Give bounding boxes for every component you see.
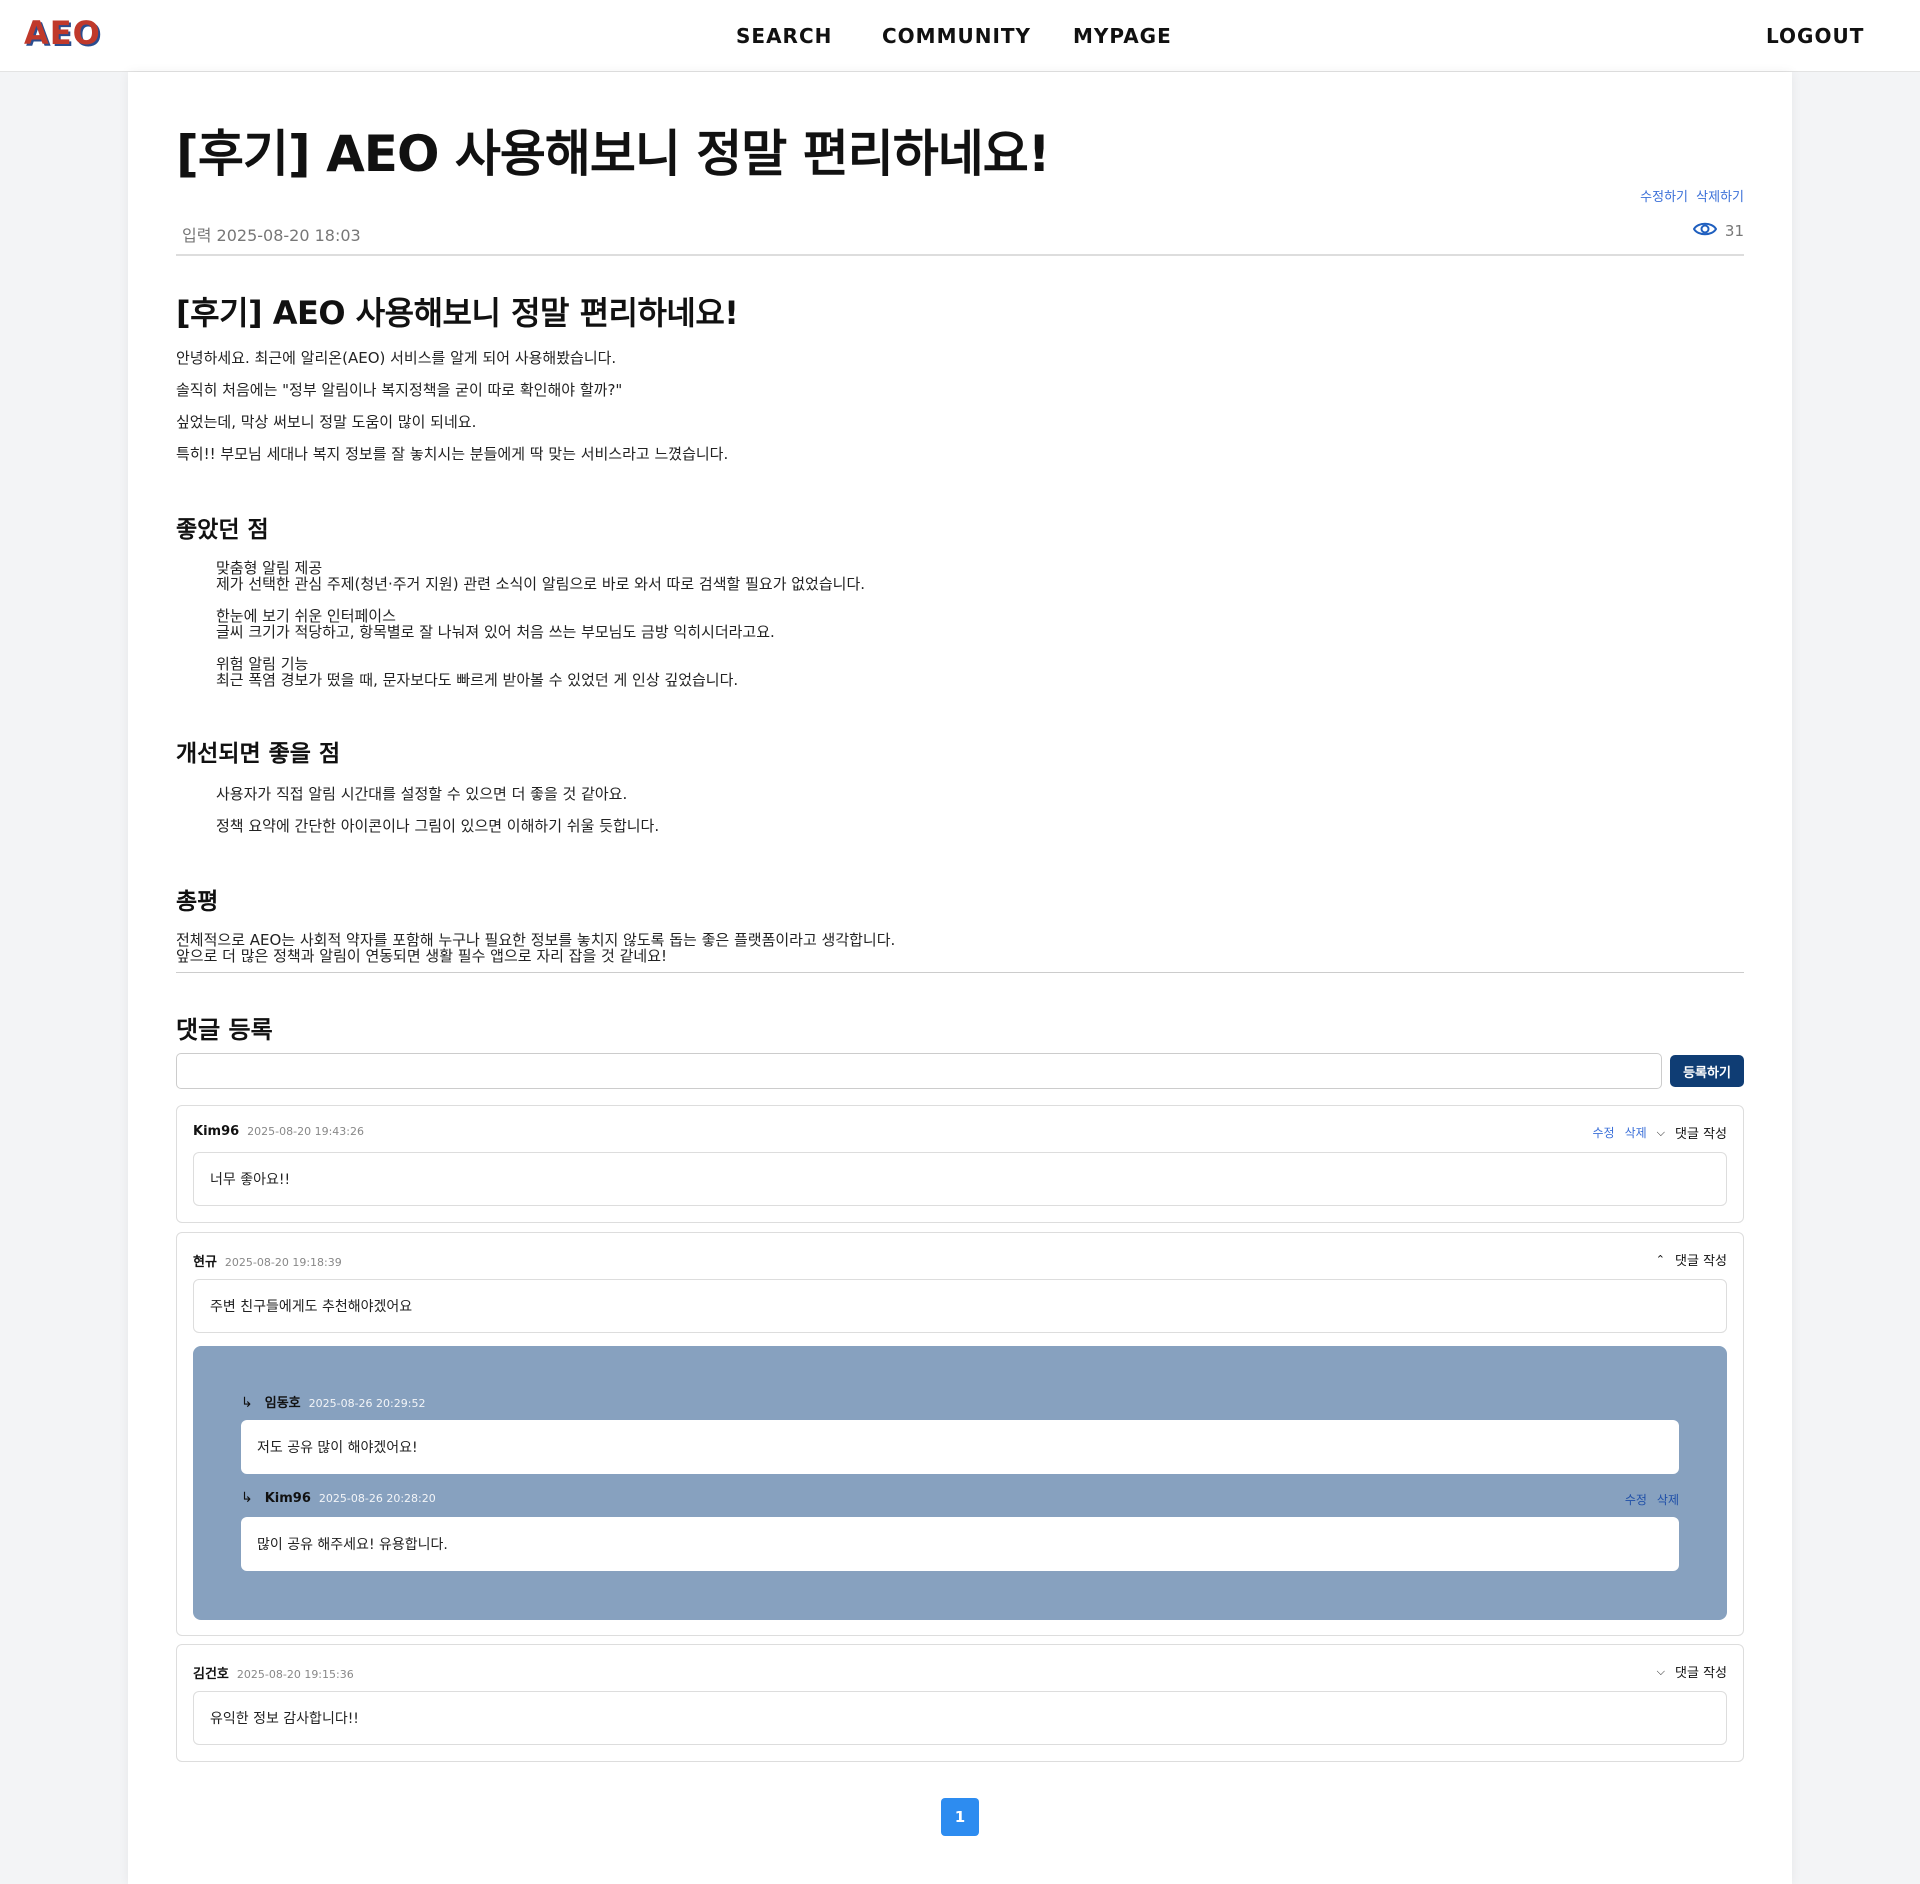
logo[interactable]: AEO [24,14,101,52]
reply-time: 2025-08-26 20:28:20 [318,1492,436,1505]
reply-author: Kim96 [264,1491,311,1506]
intro-line: 안녕하세요. 최근에 알리온(AEO) 서비스를 알게 되어 사용해봤습니다. [176,349,617,367]
comment-actions: 수정 삭제 ⌵ 댓글 작성 [1592,1123,1727,1143]
edit-comment-link[interactable]: 수정 [1592,1124,1614,1141]
improve-heading: 개선되면 좋을 점 [176,741,341,767]
summary-line: 전체적으로 AEO는 사회적 약자를 포함해 누구나 필요한 정보를 놓치지 않… [176,931,896,949]
write-reply-button[interactable]: 댓글 작성 [1675,1250,1727,1269]
intro-line: 솔직히 처음에는 "정부 알림이나 복지정책을 굳이 따로 확인해야 할까?" [176,381,623,399]
view-count: 31 [1692,220,1744,242]
post-date: 입력 2025-08-20 18:03 [182,226,361,245]
delete-comment-link[interactable]: 삭제 [1625,1124,1647,1141]
content-divider [176,972,1744,973]
reply-author: 임동호 [264,1396,301,1411]
comment-actions: ⌃ 댓글 작성 [1656,1250,1727,1269]
top-navbar: AEO SEARCH COMMUNITY MYPAGE LOGOUT [0,0,1920,72]
post-actions: 수정하기 삭제하기 [1636,186,1744,205]
write-reply-button[interactable]: 댓글 작성 [1675,1662,1727,1681]
reply-arrow-icon: ↳ [241,1490,253,1506]
summary-line: 앞으로 더 많은 정책과 알림이 연동되면 생활 필수 앱으로 자리 잡을 것 … [176,947,668,965]
comment-header: 김건호 2025-08-20 19:15:36 [193,1663,354,1682]
comment-time: 2025-08-20 19:43:26 [247,1125,364,1138]
good-heading: 좋았던 점 [176,517,269,543]
comment-body: 너무 좋아요!! [193,1152,1727,1206]
comment-actions: ⌵ 댓글 작성 [1657,1662,1727,1682]
good-item: 맞춤형 알림 제공 제가 선택한 관심 주제(청년·주거 지원) 관련 소식이 … [216,560,1744,592]
content-heading: [후기] AEO 사용해보니 정말 편리하네요! [176,294,739,332]
nav-search[interactable]: SEARCH [736,0,832,72]
comment-time: 2025-08-20 19:18:39 [224,1256,342,1269]
comment-body: 유익한 정보 감사합니다!! [193,1691,1727,1745]
comment-section-title: 댓글 등록 [176,1016,273,1044]
submit-comment-button[interactable]: 등록하기 [1670,1055,1744,1087]
reply-arrow-icon: ↳ [241,1395,253,1411]
post-title: [후기] AEO 사용해보니 정말 편리하네요! [176,125,1050,183]
comment-input[interactable] [176,1053,1662,1089]
good-item-title: 한눈에 보기 쉬운 인터페이스 [216,607,396,625]
chevron-down-icon[interactable]: ⌵ [1657,1665,1665,1679]
delete-reply-link[interactable]: 삭제 [1657,1491,1679,1508]
comment-author: 현규 [193,1255,217,1270]
post-content: [후기] AEO 사용해보니 정말 편리하네요! 안녕하세요. 최근에 알리온(… [176,288,1744,964]
post-container: [후기] AEO 사용해보니 정말 편리하네요! 수정하기 삭제하기 입력 20… [128,72,1792,1884]
chevron-down-icon[interactable]: ⌵ [1657,1126,1665,1140]
chevron-up-icon[interactable]: ⌃ [1656,1253,1665,1266]
nav-mypage[interactable]: MYPAGE [1073,0,1172,72]
pagination-page-1[interactable]: 1 [941,1798,979,1836]
post-meta: 입력 2025-08-20 18:03 31 [176,220,1744,256]
nav-logout[interactable]: LOGOUT [1766,0,1864,72]
nav-community[interactable]: COMMUNITY [882,0,1031,72]
good-item-desc: 최근 폭염 경보가 떴을 때, 문자보다도 빠르게 받아볼 수 있었던 게 인상… [216,671,739,689]
reply-time: 2025-08-26 20:29:52 [308,1397,426,1410]
reply-body: 저도 공유 많이 해야겠어요! [241,1420,1679,1474]
comment-card: Kim96 2025-08-20 19:43:26 수정 삭제 ⌵ 댓글 작성 … [176,1105,1744,1223]
reply-actions: 수정 삭제 [1625,1491,1679,1508]
summary-heading: 총평 [176,889,219,915]
good-item-desc: 글씨 크기가 적당하고, 항목별로 잘 나눠져 있어 처음 쓰는 부모님도 금방… [216,623,775,641]
comment-header: Kim96 2025-08-20 19:43:26 [193,1124,364,1139]
good-item-title: 위험 알림 기능 [216,655,309,673]
good-item-desc: 제가 선택한 관심 주제(청년·주거 지원) 관련 소식이 알림으로 바로 와서… [216,575,866,593]
comment-time: 2025-08-20 19:15:36 [236,1668,354,1681]
comment-author: 김건호 [193,1667,229,1682]
reply-panel: ↳ 임동호 2025-08-26 20:29:52 저도 공유 많이 해야겠어요… [193,1346,1727,1620]
comment-body: 주변 친구들에게도 추천해야겠어요 [193,1279,1727,1333]
edit-reply-link[interactable]: 수정 [1625,1491,1647,1508]
good-item-title: 맞춤형 알림 제공 [216,559,323,577]
comment-author: Kim96 [193,1124,240,1139]
intro-line: 특히!! 부모님 세대나 복지 정보를 잘 놓치시는 분들에게 딱 맞는 서비스… [176,445,729,463]
write-reply-button[interactable]: 댓글 작성 [1675,1123,1727,1142]
comment-card: 현규 2025-08-20 19:18:39 ⌃ 댓글 작성 주변 친구들에게도… [176,1232,1744,1636]
improve-item: 정책 요약에 간단한 아이콘이나 그림이 있으면 이해하기 쉬울 듯합니다. [216,817,660,835]
eye-icon [1692,220,1718,242]
good-item: 한눈에 보기 쉬운 인터페이스 글씨 크기가 적당하고, 항목별로 잘 나눠져 … [216,608,1744,640]
intro-line: 싶었는데, 막상 써보니 정말 도움이 많이 되네요. [176,413,477,431]
edit-post-link[interactable]: 수정하기 [1640,190,1688,205]
comment-card: 김건호 2025-08-20 19:15:36 ⌵ 댓글 작성 유익한 정보 감… [176,1644,1744,1762]
view-count-value: 31 [1724,222,1744,240]
good-item: 위험 알림 기능 최근 폭염 경보가 떴을 때, 문자보다도 빠르게 받아볼 수… [216,656,1744,688]
improve-item: 사용자가 직접 알림 시간대를 설정할 수 있으면 더 좋을 것 같아요. [216,785,628,803]
delete-post-link[interactable]: 삭제하기 [1696,190,1744,205]
comment-header: 현규 2025-08-20 19:18:39 [193,1251,342,1270]
reply-header: ↳ Kim96 2025-08-26 20:28:20 [241,1490,436,1506]
reply-body: 많이 공유 해주세요! 유용합니다. [241,1517,1679,1571]
reply-header: ↳ 임동호 2025-08-26 20:29:52 [241,1392,425,1411]
